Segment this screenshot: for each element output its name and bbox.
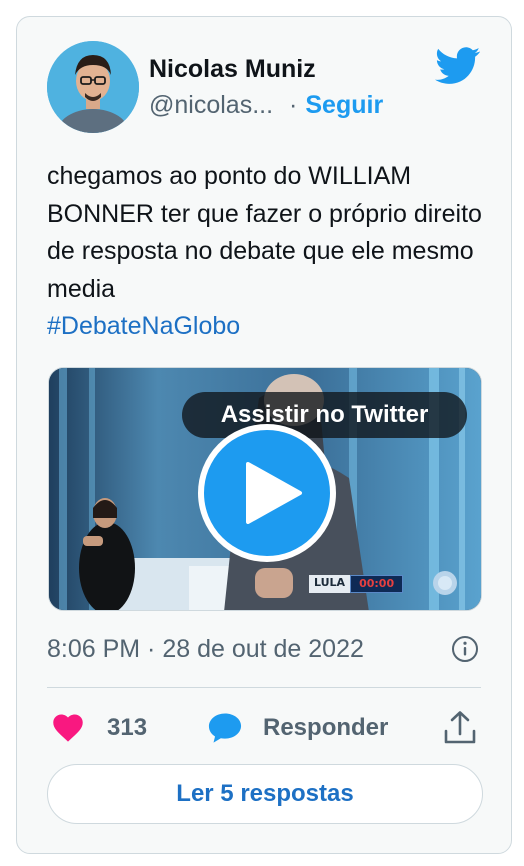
tweet-text: chegamos ao ponto do WILLIAM BONNER ter …	[47, 158, 487, 346]
candidate-name-tag: LULA	[309, 575, 351, 593]
author-display-name[interactable]: Nicolas Muniz	[149, 54, 383, 84]
play-icon	[246, 462, 302, 524]
heart-icon	[53, 714, 83, 742]
watch-on-twitter-button[interactable]: Assistir no Twitter	[182, 392, 467, 438]
reply-button[interactable]: Responder	[207, 707, 388, 749]
tweet-actions: 313 Responder	[47, 707, 481, 749]
twitter-bird-icon[interactable]	[435, 47, 481, 85]
hashtag-link[interactable]: #DebateNaGlobo	[47, 308, 487, 346]
avatar-image	[47, 41, 139, 133]
info-icon[interactable]	[451, 635, 479, 663]
divider	[47, 687, 481, 688]
tweet-header: Nicolas Muniz @nicolas... · Seguir	[47, 41, 481, 133]
timestamp-row: 8:06 PM · 28 de out de 2022	[47, 632, 481, 666]
author-info: Nicolas Muniz @nicolas... · Seguir	[149, 54, 383, 120]
reply-label: Responder	[263, 714, 389, 741]
tweet-card: Nicolas Muniz @nicolas... · Seguir chegamo…	[16, 16, 512, 854]
read-replies-button[interactable]: Ler 5 respostas	[47, 764, 483, 824]
tweet-timestamp[interactable]: 8:06 PM · 28 de out de 2022	[47, 635, 364, 663]
play-button[interactable]	[198, 424, 336, 562]
reply-bubble-icon	[208, 713, 242, 743]
broadcast-timer: 00:00	[350, 575, 404, 593]
broadcast-scorebox: LULA 00:00	[309, 575, 404, 593]
tweet-body: chegamos ao ponto do WILLIAM BONNER ter …	[47, 162, 482, 303]
video-media[interactable]: Assistir no Twitter LULA 00:00	[48, 367, 482, 611]
author-handle[interactable]: @nicolas...	[149, 91, 273, 119]
avatar[interactable]	[47, 41, 139, 133]
like-button[interactable]: 313	[51, 707, 147, 749]
author-handle-row: @nicolas... · Seguir	[149, 90, 383, 120]
like-count: 313	[107, 714, 148, 741]
share-icon[interactable]	[441, 709, 479, 747]
follow-button[interactable]: Seguir	[305, 91, 383, 119]
separator-dot: ·	[289, 91, 298, 119]
